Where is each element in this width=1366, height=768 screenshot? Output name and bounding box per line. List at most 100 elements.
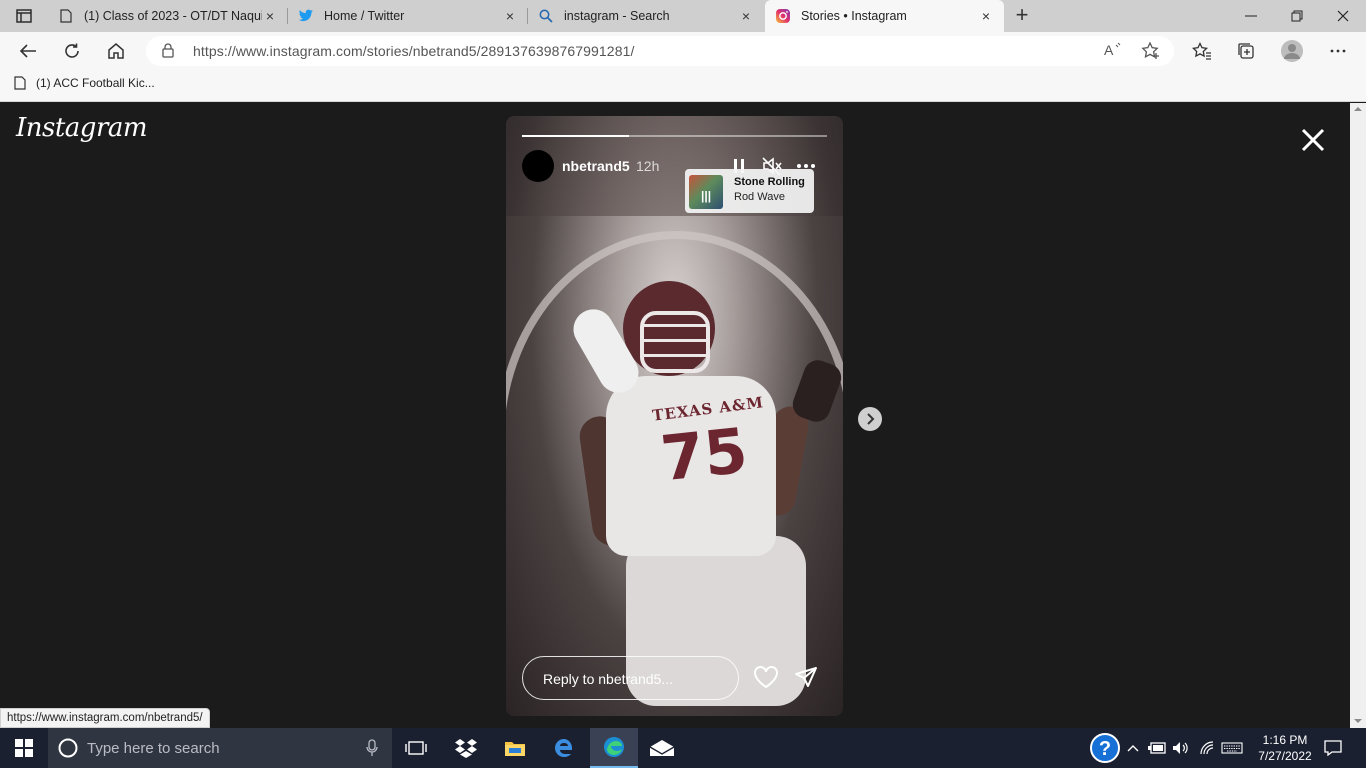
page-scrollbar[interactable] [1350,103,1366,728]
tab-title: Stories • Instagram [801,9,907,23]
tab-close-button[interactable]: × [978,8,994,24]
close-icon [1301,128,1325,152]
refresh-button[interactable] [58,37,86,65]
close-story-button[interactable] [1300,127,1326,153]
task-view-button[interactable] [392,728,440,768]
tab-title: Home / Twitter [324,9,405,23]
add-favorite-icon[interactable] [1141,41,1161,66]
reply-input[interactable]: Reply to nbetrand5... [522,656,739,700]
taskbar-mail[interactable] [638,728,686,768]
tab-close-button[interactable]: × [502,8,518,24]
tab-twitter[interactable]: Home / Twitter × [288,0,528,32]
story-progress-bar [522,135,827,137]
music-artist: Rod Wave [734,191,785,203]
taskbar-dropbox[interactable] [442,728,490,768]
profile-button[interactable] [1278,37,1306,65]
send-icon[interactable] [794,666,818,688]
start-button[interactable] [0,728,48,768]
favorites-icon [1192,42,1211,60]
clock-date: 7/27/2022 [1258,749,1312,763]
tab-title: (1) Class of 2023 - OT/DT Naquil [84,9,262,23]
show-hidden-icons-chevron-up-icon[interactable] [1124,728,1142,768]
cortana-icon [58,738,78,758]
network-icon[interactable] [1196,728,1218,768]
read-aloud-icon[interactable]: A [1104,42,1122,63]
edge-icon [604,737,624,757]
heart-icon[interactable] [753,665,779,689]
instagram-story-viewer: Instagram TEXAS A&M 75 nbetrand5 12h |||… [0,103,1350,728]
document-icon [14,76,26,90]
mail-icon [649,740,675,756]
document-icon [58,8,74,24]
task-view-icon [405,741,427,755]
player-facemask [640,311,710,373]
taskbar-edge[interactable] [590,728,638,768]
edge-legacy-icon [555,739,572,757]
url-text[interactable]: https://www.instagram.com/stories/nbetra… [193,43,634,59]
home-icon [108,43,124,59]
taskbar-search-placeholder: Type here to search [87,739,220,757]
svg-text:A: A [1104,42,1114,58]
favorites-bar: (1) ACC Football Kic... [0,70,1366,102]
taskbar-file-explorer[interactable] [491,728,539,768]
battery-icon[interactable] [1146,728,1168,768]
notifications-icon[interactable] [1320,728,1346,768]
back-arrow-icon [19,44,36,58]
address-field[interactable]: https://www.instagram.com/stories/nbetra… [146,36,1174,66]
search-icon [538,8,554,24]
tab-title: instagram - Search [564,9,670,23]
taskbar-edge-legacy[interactable] [540,728,588,768]
avatar[interactable] [522,150,554,182]
jersey-number: 75 [657,413,751,496]
story-frame[interactable]: TEXAS A&M 75 nbetrand5 12h ||| Stone Rol… [506,116,843,716]
settings-more-button[interactable] [1324,37,1352,65]
story-progress-fill [522,135,629,137]
instagram-icon [775,8,791,24]
music-song-title: Stone Rolling [734,176,805,188]
story-username[interactable]: nbetrand5 [562,158,630,174]
keyboard-icon[interactable] [1220,728,1244,768]
tab-instagram-search[interactable]: instagram - Search × [528,0,764,32]
close-window-button[interactable] [1320,0,1366,32]
folder-icon [505,742,525,756]
dropbox-icon [455,739,477,758]
music-bars-icon: ||| [701,189,712,203]
address-toolbar: https://www.instagram.com/stories/nbetra… [0,32,1366,70]
next-story-button[interactable] [858,407,882,431]
story-photo-player: TEXAS A&M 75 [566,266,843,706]
tab-strip: (1) Class of 2023 - OT/DT Naquil × Home … [0,0,1366,32]
tab-stories-instagram[interactable]: Stories • Instagram × [765,0,1004,32]
restore-button[interactable] [1274,0,1320,32]
clock-time: 1:16 PM [1262,733,1308,747]
twitter-icon [298,8,314,24]
minimize-button[interactable] [1228,0,1274,32]
home-button[interactable] [102,37,130,65]
tab-actions-icon[interactable] [8,6,40,26]
help-icon[interactable]: ? [1088,728,1122,768]
bookmark-acc-football[interactable]: (1) ACC Football Kic... [14,76,155,90]
taskbar-clock[interactable]: 1:16 PM 7/27/2022 [1246,732,1324,764]
bookmark-label: (1) ACC Football Kic... [36,76,155,90]
lock-icon[interactable] [162,43,174,63]
taskbar-search-box[interactable]: Type here to search [48,728,392,768]
status-bar-url: https://www.instagram.com/nbetrand5/ [0,708,210,728]
album-art: ||| [689,175,723,209]
windows-logo-icon [15,739,33,757]
back-button[interactable] [14,37,42,65]
tab-close-button[interactable]: × [738,8,754,24]
tab-class-of-2023[interactable]: (1) Class of 2023 - OT/DT Naquil × [48,0,288,32]
tab-close-button[interactable]: × [262,8,278,24]
volume-icon[interactable] [1170,728,1192,768]
microphone-icon [366,739,378,756]
refresh-icon [65,43,79,58]
instagram-logo[interactable]: Instagram [16,113,148,143]
windows-taskbar: Type here to search ? 1:16 PM 7/27/2022 [0,728,1366,768]
collections-button[interactable] [1232,37,1260,65]
music-sticker[interactable]: ||| Stone Rolling Rod Wave [685,169,814,213]
reply-placeholder: Reply to nbetrand5... [543,671,673,687]
new-tab-button[interactable]: + [1010,4,1034,28]
avatar-icon [1281,40,1303,62]
story-time-ago: 12h [636,158,660,174]
svg-text:?: ? [1099,738,1111,760]
favorites-button[interactable] [1188,37,1216,65]
